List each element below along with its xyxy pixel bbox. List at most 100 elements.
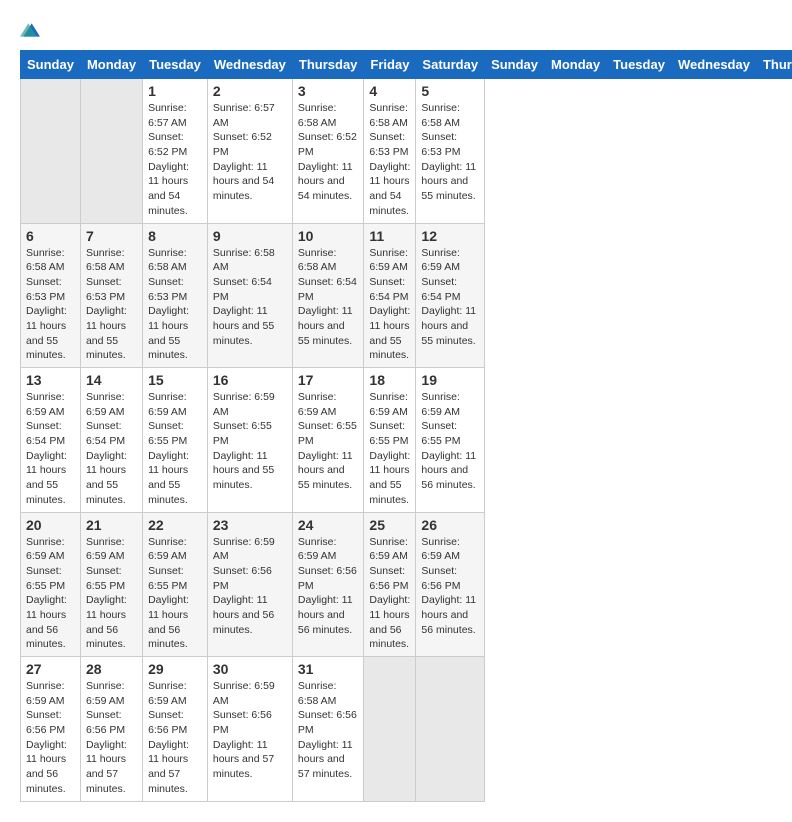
day-detail: Sunrise: 6:59 AM Sunset: 6:54 PM Dayligh… <box>369 246 410 364</box>
logo <box>20 20 44 40</box>
day-header-sunday: Sunday <box>485 51 545 79</box>
day-number: 15 <box>148 372 202 388</box>
calendar-week-row: 13Sunrise: 6:59 AM Sunset: 6:54 PM Dayli… <box>21 368 792 513</box>
calendar-week-row: 6 Sunrise: 6:58 AM Sunset: 6:53 PM Daylig… <box>21 223 792 368</box>
day-detail: Sunrise: 6:59 AM Sunset: 6:55 PM Dayligh… <box>26 535 75 653</box>
calendar-cell: 4 Sunrise: 6:58 AM Sunset: 6:53 PM Daylig… <box>364 79 416 224</box>
day-detail: Sunrise: 6:58 AM Sunset: 6:53 PM Dayligh… <box>421 101 479 204</box>
day-number: 2 <box>213 83 287 99</box>
calendar-cell: 28Sunrise: 6:59 AM Sunset: 6:56 PM Dayli… <box>80 657 142 802</box>
calendar-cell <box>416 657 485 802</box>
calendar-cell: 30Sunrise: 6:59 AM Sunset: 6:56 PM Dayli… <box>207 657 292 802</box>
day-number: 18 <box>369 372 410 388</box>
day-number: 24 <box>298 517 359 533</box>
day-detail: Sunrise: 6:59 AM Sunset: 6:55 PM Dayligh… <box>369 390 410 508</box>
calendar-cell <box>80 79 142 224</box>
calendar-header-row: SundayMondayTuesdayWednesdayThursdayFrid… <box>21 51 792 79</box>
day-detail: Sunrise: 6:59 AM Sunset: 6:56 PM Dayligh… <box>369 535 410 653</box>
logo-icon <box>20 20 40 40</box>
day-detail: Sunrise: 6:59 AM Sunset: 6:56 PM Dayligh… <box>213 535 287 638</box>
day-number: 1 <box>148 83 202 99</box>
day-detail: Sunrise: 6:57 AM Sunset: 6:52 PM Dayligh… <box>148 101 202 219</box>
calendar-cell: 27 Sunrise: 6:59 AM Sunset: 6:56 PM Dayli… <box>21 657 81 802</box>
day-header-thursday: Thursday <box>292 51 364 79</box>
calendar-cell: 13Sunrise: 6:59 AM Sunset: 6:54 PM Dayli… <box>21 368 81 513</box>
day-number: 23 <box>213 517 287 533</box>
day-header-monday: Monday <box>80 51 142 79</box>
day-header-friday: Friday <box>364 51 416 79</box>
day-header-saturday: Saturday <box>416 51 485 79</box>
day-number: 6 <box>26 228 75 244</box>
day-number: 20 <box>26 517 75 533</box>
day-number: 25 <box>369 517 410 533</box>
calendar-cell: 31 Sunrise: 6:58 AM Sunset: 6:56 PM Dayli… <box>292 657 364 802</box>
day-detail: Sunrise: 6:59 AM Sunset: 6:55 PM Dayligh… <box>86 535 137 653</box>
day-number: 16 <box>213 372 287 388</box>
day-detail: Sunrise: 6:58 AM Sunset: 6:52 PM Dayligh… <box>298 101 359 204</box>
day-detail: Sunrise: 6:59 AM Sunset: 6:56 PM Dayligh… <box>26 679 75 797</box>
day-number: 31 <box>298 661 359 677</box>
day-number: 8 <box>148 228 202 244</box>
calendar-cell: 19Sunrise: 6:59 AM Sunset: 6:55 PM Dayli… <box>416 368 485 513</box>
day-detail: Sunrise: 6:58 AM Sunset: 6:53 PM Dayligh… <box>26 246 75 364</box>
day-detail: Sunrise: 6:58 AM Sunset: 6:53 PM Dayligh… <box>86 246 137 364</box>
calendar-cell: 22Sunrise: 6:59 AM Sunset: 6:55 PM Dayli… <box>143 512 208 657</box>
day-detail: Sunrise: 6:59 AM Sunset: 6:56 PM Dayligh… <box>148 679 202 797</box>
day-detail: Sunrise: 6:59 AM Sunset: 6:54 PM Dayligh… <box>26 390 75 508</box>
calendar-cell: 26 Sunrise: 6:59 AM Sunset: 6:56 PM Dayli… <box>416 512 485 657</box>
day-detail: Sunrise: 6:59 AM Sunset: 6:56 PM Dayligh… <box>421 535 479 638</box>
day-number: 4 <box>369 83 410 99</box>
calendar-cell: 11 Sunrise: 6:59 AM Sunset: 6:54 PM Dayli… <box>364 223 416 368</box>
calendar-cell: 2Sunrise: 6:57 AM Sunset: 6:52 PM Daylig… <box>207 79 292 224</box>
day-detail: Sunrise: 6:58 AM Sunset: 6:56 PM Dayligh… <box>298 679 359 782</box>
page-header <box>20 20 772 40</box>
day-number: 7 <box>86 228 137 244</box>
calendar-cell: 17Sunrise: 6:59 AM Sunset: 6:55 PM Dayli… <box>292 368 364 513</box>
day-header-wednesday: Wednesday <box>671 51 756 79</box>
day-detail: Sunrise: 6:59 AM Sunset: 6:54 PM Dayligh… <box>86 390 137 508</box>
calendar-cell: 21 Sunrise: 6:59 AM Sunset: 6:55 PM Dayli… <box>80 512 142 657</box>
day-detail: Sunrise: 6:59 AM Sunset: 6:55 PM Dayligh… <box>148 390 202 508</box>
day-header-tuesday: Tuesday <box>143 51 208 79</box>
calendar-week-row: 20 Sunrise: 6:59 AM Sunset: 6:55 PM Dayli… <box>21 512 792 657</box>
day-header-sunday: Sunday <box>21 51 81 79</box>
calendar-cell: 10 Sunrise: 6:58 AM Sunset: 6:54 PM Dayli… <box>292 223 364 368</box>
day-header-wednesday: Wednesday <box>207 51 292 79</box>
calendar-cell: 16 Sunrise: 6:59 AM Sunset: 6:55 PM Dayli… <box>207 368 292 513</box>
day-header-monday: Monday <box>545 51 607 79</box>
day-number: 19 <box>421 372 479 388</box>
day-number: 27 <box>26 661 75 677</box>
day-header-tuesday: Tuesday <box>607 51 672 79</box>
day-number: 10 <box>298 228 359 244</box>
day-number: 21 <box>86 517 137 533</box>
day-detail: Sunrise: 6:58 AM Sunset: 6:54 PM Dayligh… <box>298 246 359 349</box>
day-number: 30 <box>213 661 287 677</box>
calendar-cell: 7 Sunrise: 6:58 AM Sunset: 6:53 PM Daylig… <box>80 223 142 368</box>
calendar-cell: 23 Sunrise: 6:59 AM Sunset: 6:56 PM Dayli… <box>207 512 292 657</box>
day-detail: Sunrise: 6:58 AM Sunset: 6:54 PM Dayligh… <box>213 246 287 349</box>
day-number: 3 <box>298 83 359 99</box>
calendar-cell: 18 Sunrise: 6:59 AM Sunset: 6:55 PM Dayli… <box>364 368 416 513</box>
calendar-cell: 5 Sunrise: 6:58 AM Sunset: 6:53 PM Daylig… <box>416 79 485 224</box>
calendar-week-row: 1 Sunrise: 6:57 AM Sunset: 6:52 PM Daylig… <box>21 79 792 224</box>
day-number: 5 <box>421 83 479 99</box>
calendar-cell: 12Sunrise: 6:59 AM Sunset: 6:54 PM Dayli… <box>416 223 485 368</box>
calendar-cell: 1 Sunrise: 6:57 AM Sunset: 6:52 PM Daylig… <box>143 79 208 224</box>
day-number: 22 <box>148 517 202 533</box>
day-number: 12 <box>421 228 479 244</box>
calendar-table: SundayMondayTuesdayWednesdayThursdayFrid… <box>20 50 792 802</box>
day-number: 11 <box>369 228 410 244</box>
day-detail: Sunrise: 6:59 AM Sunset: 6:56 PM Dayligh… <box>298 535 359 638</box>
day-number: 28 <box>86 661 137 677</box>
calendar-week-row: 27 Sunrise: 6:59 AM Sunset: 6:56 PM Dayli… <box>21 657 792 802</box>
calendar-cell: 6 Sunrise: 6:58 AM Sunset: 6:53 PM Daylig… <box>21 223 81 368</box>
day-detail: Sunrise: 6:59 AM Sunset: 6:55 PM Dayligh… <box>298 390 359 493</box>
calendar-cell: 8Sunrise: 6:58 AM Sunset: 6:53 PM Daylig… <box>143 223 208 368</box>
day-number: 26 <box>421 517 479 533</box>
day-detail: Sunrise: 6:59 AM Sunset: 6:55 PM Dayligh… <box>213 390 287 493</box>
calendar-cell: 29Sunrise: 6:59 AM Sunset: 6:56 PM Dayli… <box>143 657 208 802</box>
day-detail: Sunrise: 6:58 AM Sunset: 6:53 PM Dayligh… <box>369 101 410 219</box>
day-number: 14 <box>86 372 137 388</box>
calendar-cell: 20 Sunrise: 6:59 AM Sunset: 6:55 PM Dayli… <box>21 512 81 657</box>
calendar-cell: 9Sunrise: 6:58 AM Sunset: 6:54 PM Daylig… <box>207 223 292 368</box>
